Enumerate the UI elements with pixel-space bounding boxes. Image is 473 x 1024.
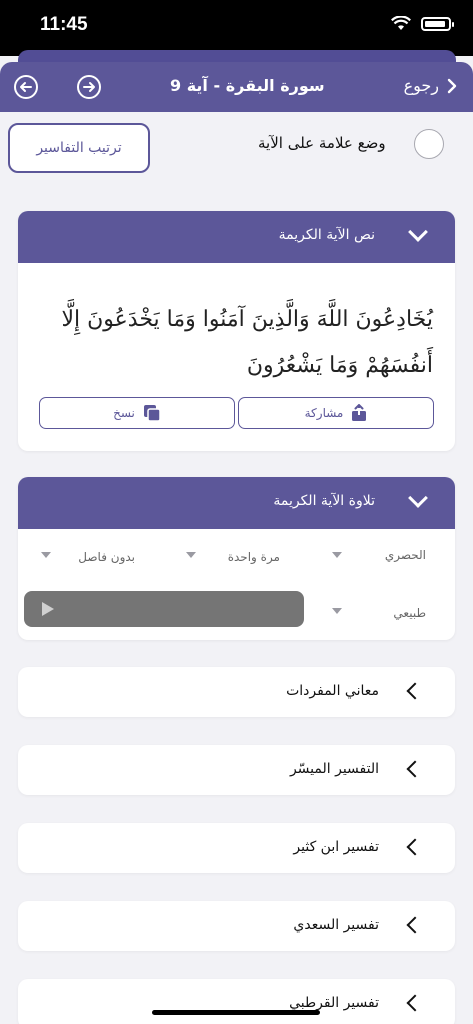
chevron-right-icon (447, 78, 457, 93)
tafsir-item-label: تفسير ابن كثير (293, 839, 379, 855)
arrow-left-icon (20, 82, 32, 92)
chevron-down-icon (408, 222, 428, 242)
caret-down-icon (332, 552, 342, 558)
speed-value: طبيعي (393, 606, 426, 620)
tafsir-item-label: التفسير الميسّر (289, 761, 379, 777)
navbar: سورة البقرة - آية 9 رجوع (0, 62, 473, 112)
caret-down-icon (332, 608, 342, 614)
verse-text: يُخَادِعُونَ اللَّهَ وَالَّذِينَ آمَنُوا… (61, 307, 434, 378)
separator-value: بدون فاصل (78, 550, 135, 564)
recitation-card-title: تلاوة الآية الكريمة (273, 493, 375, 509)
verse-card-title: نص الآية الكريمة (278, 227, 375, 243)
share-label: مشاركة (304, 406, 344, 420)
status-bar: 11:45 (0, 0, 473, 56)
next-verse-button[interactable] (77, 75, 101, 99)
copy-label: نسخ (113, 406, 135, 420)
verse-card: نص الآية الكريمة يُخَادِعُونَ اللَّهَ وَ… (18, 211, 455, 451)
chevron-left-icon (406, 682, 424, 700)
chevron-left-icon (406, 838, 424, 856)
tafsir-item-saadi[interactable]: تفسير السعدي (18, 901, 455, 951)
tafsir-item-muyassar[interactable]: التفسير الميسّر (18, 745, 455, 795)
bookmark-label: وضع علامة على الآية (258, 134, 386, 152)
chevron-left-icon (406, 916, 424, 934)
chevron-left-icon (406, 760, 424, 778)
tafsir-item-label: تفسير السعدي (293, 917, 379, 933)
status-icons (391, 16, 454, 31)
page-title: سورة البقرة - آية 9 (170, 76, 325, 95)
tafsir-item-ibn-kathir[interactable]: تفسير ابن كثير (18, 823, 455, 873)
back-label: رجوع (403, 76, 439, 95)
bookmark-radio[interactable] (414, 129, 444, 159)
tafsir-item-vocabulary[interactable]: معاني المفردات (18, 667, 455, 717)
caret-down-icon (186, 552, 196, 558)
wifi-icon (391, 16, 411, 30)
battery-icon (421, 16, 454, 31)
verse-card-header[interactable]: نص الآية الكريمة (18, 211, 455, 263)
back-button[interactable]: رجوع (404, 76, 457, 95)
prev-verse-button[interactable] (14, 75, 38, 99)
recitation-card: تلاوة الآية الكريمة الحصري مرة واحدة بدو… (18, 477, 455, 640)
arrow-right-icon (83, 82, 95, 92)
status-time: 11:45 (40, 14, 88, 35)
audio-player (24, 591, 304, 627)
repeat-value: مرة واحدة (227, 550, 280, 564)
sort-tafsir-label: ترتيب التفاسير (36, 140, 122, 156)
share-icon (352, 404, 367, 421)
caret-down-icon (41, 552, 51, 558)
tafsir-item-label: معاني المفردات (286, 683, 379, 699)
tafsir-item-qurtubi[interactable]: تفسير القرطبي (18, 979, 455, 1024)
copy-button[interactable]: نسخ (39, 397, 235, 429)
reciter-value: الحصري (384, 548, 426, 562)
copy-icon (143, 405, 161, 422)
sort-tafsir-button[interactable]: ترتيب التفاسير (8, 123, 150, 173)
play-icon[interactable] (42, 602, 54, 616)
chevron-left-icon (406, 994, 424, 1012)
tafsir-item-label: تفسير القرطبي (289, 995, 379, 1011)
share-button[interactable]: مشاركة (238, 397, 434, 429)
chevron-down-icon (408, 488, 428, 508)
home-indicator[interactable] (152, 1010, 320, 1015)
recitation-card-header[interactable]: تلاوة الآية الكريمة (18, 477, 455, 529)
